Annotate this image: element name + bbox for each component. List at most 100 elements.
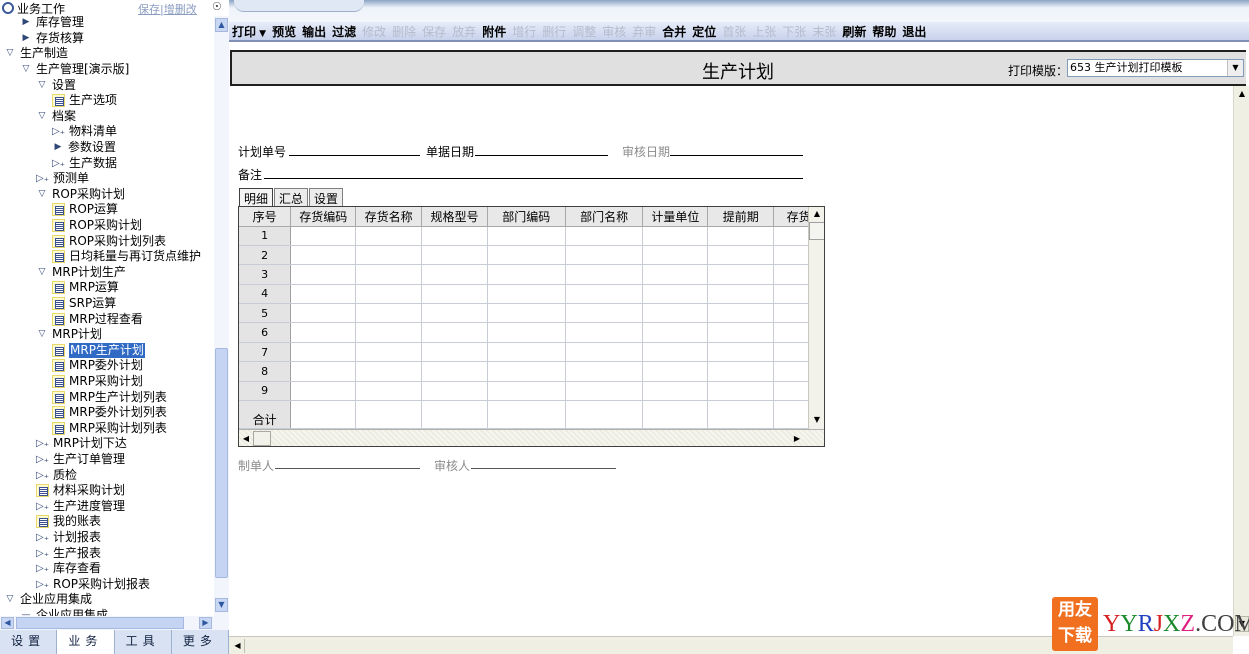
document-icon[interactable] bbox=[52, 375, 65, 389]
tree-item[interactable]: ▷₊ 物料清单 bbox=[52, 124, 117, 140]
document-icon[interactable] bbox=[36, 484, 49, 498]
toolbar-button[interactable]: 退出 bbox=[902, 23, 926, 40]
toolbar-button[interactable]: 上张 bbox=[752, 23, 776, 40]
grid-cell[interactable] bbox=[290, 322, 357, 343]
expand-right-icon[interactable]: ▶ bbox=[20, 16, 32, 30]
grid-cell[interactable] bbox=[565, 322, 644, 343]
grid-cell[interactable] bbox=[355, 322, 423, 343]
tree-item[interactable]: ▷₊ 质检 bbox=[36, 467, 77, 483]
grid-cell[interactable] bbox=[565, 303, 644, 324]
tree-item[interactable]: ▷₊ 库存查看 bbox=[36, 561, 101, 577]
grid-cell[interactable] bbox=[707, 342, 775, 363]
grid-cell[interactable] bbox=[487, 264, 566, 285]
toolbar-button[interactable]: 弃审 bbox=[632, 23, 656, 40]
document-icon[interactable] bbox=[52, 421, 65, 435]
row-number[interactable]: 3 bbox=[239, 264, 292, 285]
tree-item[interactable]: ROP采购计划列表 bbox=[52, 233, 166, 249]
nav-tab-settings[interactable]: 设置 bbox=[0, 630, 58, 654]
grid-cell[interactable] bbox=[355, 303, 423, 324]
chevron-down-icon[interactable]: ▼ bbox=[1227, 60, 1243, 76]
table-row[interactable]: 5 bbox=[239, 303, 824, 324]
table-row[interactable]: 9 bbox=[239, 381, 824, 402]
column-header[interactable]: 提前期 bbox=[707, 207, 775, 227]
grid-cell[interactable] bbox=[290, 303, 357, 324]
scroll-thumb[interactable] bbox=[215, 348, 228, 578]
document-icon[interactable] bbox=[52, 234, 65, 248]
scroll-left-icon[interactable]: ◀ bbox=[1, 617, 14, 629]
toolbar-button[interactable]: 刷新 bbox=[842, 23, 866, 40]
tree-item[interactable]: MRP生产计划列表 bbox=[52, 389, 167, 405]
scroll-right-icon[interactable]: ▶ bbox=[199, 617, 212, 629]
folder-group-icon[interactable]: ▷₊ bbox=[52, 124, 66, 139]
document-icon[interactable] bbox=[52, 406, 65, 420]
grid-cell[interactable] bbox=[421, 342, 488, 363]
tree-item[interactable]: ▷₊ ROP采购计划报表 bbox=[36, 577, 150, 593]
toolbar-button[interactable]: 删行 bbox=[542, 23, 566, 40]
folder-group-icon[interactable]: ▷₊ bbox=[36, 530, 50, 545]
column-header[interactable]: 存货编码 bbox=[290, 207, 357, 227]
table-row[interactable]: 1 bbox=[239, 226, 824, 246]
grid-cell[interactable] bbox=[355, 361, 423, 382]
expand-right-icon[interactable]: ▶ bbox=[52, 140, 64, 155]
expand-down-icon[interactable]: ▽ bbox=[4, 592, 16, 607]
tree-item[interactable]: MRP过程查看 bbox=[52, 311, 143, 327]
tree-item[interactable]: ▷₊ 生产订单管理 bbox=[36, 452, 125, 468]
tab-settings[interactable]: 设置 bbox=[309, 188, 344, 208]
grid-cell[interactable] bbox=[642, 342, 709, 363]
column-header[interactable]: 存货名称 bbox=[355, 207, 423, 227]
toolbar-button[interactable]: 修改 bbox=[362, 23, 386, 40]
tree-item[interactable]: ▷₊ 生产数据 bbox=[52, 155, 117, 171]
expand-down-icon[interactable]: ▽ bbox=[36, 187, 48, 202]
nav-tab-business[interactable]: 业务 bbox=[57, 630, 115, 654]
tree-item[interactable]: SRP运算 bbox=[52, 296, 116, 312]
scroll-thumb[interactable] bbox=[16, 617, 184, 629]
grid-cell[interactable] bbox=[707, 322, 775, 343]
tree-item[interactable]: ▽ 设置 bbox=[36, 77, 76, 93]
grid-cell[interactable] bbox=[421, 303, 488, 324]
document-icon[interactable] bbox=[52, 219, 65, 233]
row-number[interactable]: 2 bbox=[239, 245, 292, 266]
grid-cell[interactable] bbox=[707, 303, 775, 324]
grid-cell[interactable] bbox=[707, 264, 775, 285]
pin-icon[interactable]: ☉ bbox=[212, 0, 222, 13]
row-number[interactable]: 8 bbox=[239, 361, 292, 382]
grid-cell[interactable] bbox=[290, 284, 357, 305]
document-tab[interactable] bbox=[234, 0, 364, 12]
scroll-up-icon[interactable]: ▲ bbox=[215, 18, 228, 32]
grid-cell[interactable] bbox=[487, 381, 566, 402]
form-vertical-scrollbar[interactable]: ▲ ▼ bbox=[1233, 86, 1249, 636]
grid-cell[interactable] bbox=[487, 322, 566, 343]
grid-cell[interactable] bbox=[487, 226, 566, 246]
toolbar-button[interactable]: 定位 bbox=[692, 23, 716, 40]
grid-cell[interactable] bbox=[487, 284, 566, 305]
grid-cell[interactable] bbox=[355, 381, 423, 402]
tree-item[interactable]: ▷₊ 生产报表 bbox=[36, 545, 101, 561]
row-number[interactable]: 9 bbox=[239, 381, 292, 402]
grid-cell[interactable] bbox=[421, 245, 488, 266]
tree-item[interactable]: ROP采购计划 bbox=[52, 218, 142, 234]
expand-down-icon[interactable]: ▽ bbox=[36, 78, 48, 93]
toolbar-button[interactable]: 过滤 bbox=[332, 23, 356, 40]
scroll-down-icon[interactable]: ▼ bbox=[809, 412, 824, 428]
document-icon[interactable] bbox=[52, 297, 65, 311]
nav-tab-tools[interactable]: 工具 bbox=[115, 630, 172, 654]
dropdown-caret-icon[interactable]: ▼ bbox=[256, 29, 266, 39]
table-row[interactable]: 8 bbox=[239, 361, 824, 382]
grid-cell[interactable] bbox=[707, 226, 775, 246]
grid-cell[interactable] bbox=[565, 381, 644, 402]
folder-group-icon[interactable]: ▷₊ bbox=[36, 561, 50, 576]
print-template-select[interactable]: 653 生产计划打印模板 ▼ bbox=[1067, 59, 1244, 77]
grid-cell[interactable] bbox=[642, 284, 709, 305]
document-icon[interactable] bbox=[52, 343, 65, 357]
grid-cell[interactable] bbox=[565, 245, 644, 266]
tree-item[interactable]: ▷₊ 生产进度管理 bbox=[36, 499, 125, 515]
grid-cell[interactable] bbox=[421, 226, 488, 246]
tree-item[interactable]: ▶ 库存管理 bbox=[20, 16, 84, 31]
expand-down-icon[interactable]: ▽ bbox=[36, 327, 48, 342]
grid-cell[interactable] bbox=[355, 264, 423, 285]
toolbar-button[interactable]: 帮助 bbox=[872, 23, 896, 40]
toolbar-button[interactable]: 保存 bbox=[422, 23, 446, 40]
tree-item[interactable]: 生产选项 bbox=[52, 93, 117, 109]
tree-item[interactable]: ▶ 存货核算 bbox=[20, 31, 84, 47]
expand-right-icon[interactable]: ▶ bbox=[20, 31, 32, 46]
